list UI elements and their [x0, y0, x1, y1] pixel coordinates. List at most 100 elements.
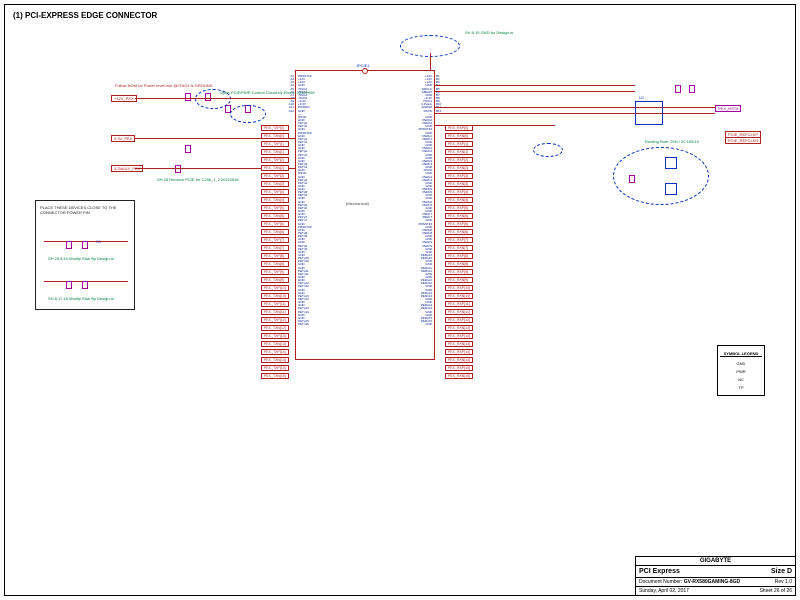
net-tag: PEX_TXN[3] — [261, 181, 289, 187]
capacitor — [82, 281, 88, 289]
page-title: (1) PCI-EXPRESS EDGE CONNECTOR — [13, 11, 157, 20]
net-tag: PEX_RXN[9] — [445, 277, 473, 283]
transistor — [665, 157, 677, 169]
net-tag: PEX_RXN[12] — [445, 325, 473, 331]
capacitor — [66, 281, 72, 289]
net-tag: PEX_TXP[1] — [261, 141, 289, 147]
note-left-1: Follow NOM for Power level rule @JTAG1 i… — [115, 83, 213, 88]
net-tag: +12V_PEX — [111, 95, 137, 102]
capacitor — [66, 241, 72, 249]
title-block: GIGABYTE PCI Express Size D Document Num… — [635, 556, 795, 595]
ic-ref: U1 — [639, 95, 644, 100]
net-tag: PEX_RXP[11] — [445, 301, 473, 307]
net-tag: PEX_RXN[3] — [445, 181, 473, 187]
net-tag: PEX_RXP[5] — [445, 205, 473, 211]
net-tag: PEX_TXP[10] — [261, 285, 289, 291]
tb-rev: 1.0 — [785, 579, 792, 585]
net-tag: PEX_TXN[11] — [261, 309, 289, 315]
net-tag: PEX_RST# — [715, 105, 741, 112]
net-tag: PEX_TXN[9] — [261, 277, 289, 283]
detail-header: PLACE THESE DEVICES CLOSE TO THE CONNECT… — [40, 205, 130, 215]
net-tag: PEX_TXN[2] — [261, 165, 289, 171]
pin-labels-side-a: PRSNT1#+12V+12VGNDJTAG2JTAG3JTAG4JTAG5+3… — [298, 75, 312, 326]
net-tag: PEX_RXP[6] — [445, 221, 473, 227]
net-tag: PEX_RXN[2] — [445, 165, 473, 171]
net-tag: PEX_TXP[8] — [261, 253, 289, 259]
wire — [435, 107, 715, 108]
wire — [135, 98, 295, 99]
net-tag: PEX_TXN[14] — [261, 357, 289, 363]
net-tag: PEX_RXP[9] — [445, 269, 473, 275]
symbol-legend: SYMBOL LEGEND GND PWR NC TP — [717, 345, 765, 396]
net-tag: PEX_RXN[6] — [445, 229, 473, 235]
tb-docnum-label: Document Number — [639, 579, 681, 585]
net-tag: PEX_TXN[13] — [261, 341, 289, 347]
capacitor — [185, 93, 191, 101]
tb-docnum: GV-RX580GAMING-8GD — [684, 579, 740, 585]
net-tag: PEX_RXN[14] — [445, 357, 473, 363]
ellipse-right — [613, 147, 709, 205]
net-tag: PEX_TXN[0] — [261, 133, 289, 139]
tb-rev-label: Rev — [775, 579, 784, 585]
tb-doc: PCI Express — [639, 568, 680, 575]
wire — [430, 53, 431, 70]
net-tag: PEX_RXP[2] — [445, 157, 473, 163]
net-tag: PEX_TXN[5] — [261, 213, 289, 219]
net-tag: PEX_TXP[7] — [261, 237, 289, 243]
net-tag: PEX_TXP[15] — [261, 365, 289, 371]
legend-item: TP — [720, 385, 762, 390]
net-tag: PEX_TXP[14] — [261, 349, 289, 355]
wire — [435, 113, 715, 114]
net-tag: PEX_RXN[11] — [445, 309, 473, 315]
capacitor — [629, 175, 635, 183]
net-tag: PEX_TXP[12] — [261, 317, 289, 323]
net-tag: PEX_RXN[4] — [445, 197, 473, 203]
ellipse-right-small — [533, 143, 563, 157]
wire — [435, 91, 635, 92]
net-tag: PEX_TXN[6] — [261, 229, 289, 235]
net-tag: PEX_RXN[5] — [445, 213, 473, 219]
detail-note-2: SH 8,17,18 Modify Stub By Design-in — [48, 296, 114, 301]
tb-total: 26 — [786, 588, 792, 594]
capacitor — [82, 241, 88, 249]
bus-tags-rx: PEX_RXP[0]PEX_RXN[0]PEX_RXP[1]PEX_RXN[1]… — [445, 125, 473, 381]
tb-sheet-label: Sheet — [759, 588, 772, 594]
capacitor — [175, 165, 181, 173]
net-tag: PEX_TXP[2] — [261, 157, 289, 163]
net-tag: PEX_RXP[3] — [445, 173, 473, 179]
net-tag: PEX_RXP[0] — [445, 125, 473, 131]
tb-company: GIGABYTE — [636, 557, 795, 566]
transistor — [665, 183, 677, 195]
capacitor — [689, 85, 695, 93]
bus-tags-tx: PEX_TXP[0]PEX_TXN[0]PEX_TXP[1]PEX_TXN[1]… — [261, 125, 289, 381]
net-tag: PEX_TXN[12] — [261, 325, 289, 331]
capacitor — [675, 85, 681, 93]
legend-item: NC — [720, 377, 762, 382]
net-tag: PEX_RXP[8] — [445, 253, 473, 259]
net-tag: PEX_RXN[10] — [445, 293, 473, 299]
net-tag: PEX_RXP[13] — [445, 333, 473, 339]
tb-size-label: Size — [771, 568, 785, 575]
note-left-3: SH 25 Remove PCIE for C256_1_2 20110818 — [157, 177, 239, 182]
net-tag: PEX_RXP[1] — [445, 141, 473, 147]
ic-apw8713 — [635, 101, 663, 125]
wire — [435, 85, 635, 86]
net-tag: PEX_TXN[4] — [261, 197, 289, 203]
net-tag: PCIE_REFCLKN — [725, 137, 761, 144]
ellipse-left-2 — [230, 105, 266, 123]
net-tag: PEX_RXP[14] — [445, 349, 473, 355]
net-tag: PEX_TXP[3] — [261, 173, 289, 179]
legend-title: SYMBOL LEGEND — [720, 351, 762, 357]
legend-item: GND — [720, 361, 762, 366]
capacitor — [185, 145, 191, 153]
net-tag: PEX_TXP[0] — [261, 125, 289, 131]
net-tag: 3.3V_PEX — [111, 135, 135, 142]
net-tag: PEX_TXP[4] — [261, 189, 289, 195]
legend-item: PWR — [720, 369, 762, 374]
cap-label: C1 — [96, 239, 101, 244]
net-tag: PEX_RXN[13] — [445, 341, 473, 347]
note-right-1: Routing Rule: 20H / 20 100/15 — [645, 139, 699, 144]
note-left-2: Open PCIE/PWR Control Circuit by Elva in… — [220, 90, 315, 95]
net-tag: PEX_TXP[9] — [261, 269, 289, 275]
net-tag: PEX_RXP[15] — [445, 365, 473, 371]
